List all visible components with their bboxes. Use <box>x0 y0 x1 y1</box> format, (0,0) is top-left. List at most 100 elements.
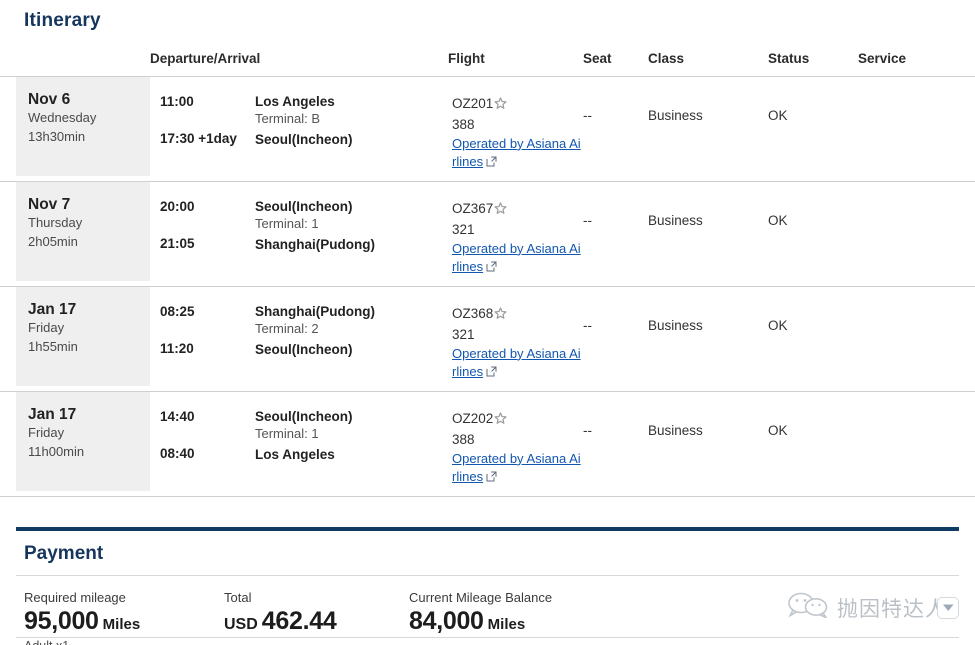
segment-places-cell: Shanghai(Pudong) Terminal: 2 Seoul(Incheon… <box>245 286 449 392</box>
segment-flight-number: OZ201 <box>452 95 494 111</box>
segment-seat: -- <box>583 317 593 333</box>
watermark: 抛因特达人 <box>787 592 959 623</box>
operated-by-link[interactable]: Operated by Asiana Airlines <box>452 451 581 484</box>
segment-seat-cell: -- <box>583 286 649 392</box>
segment-status: OK <box>768 317 788 333</box>
segment-date-cell: Nov 7 Thursday 2h05min <box>0 181 150 287</box>
segment-status-cell: OK <box>768 286 859 392</box>
segment-class-cell: Business <box>648 286 769 392</box>
mileage-balance-value: 84,000 Miles <box>409 607 669 636</box>
segment-class-cell: Business <box>648 181 769 287</box>
segment-depart-place: Shanghai(Pudong) <box>255 303 375 319</box>
segment-service-cell <box>858 391 975 497</box>
segment-places-cell: Seoul(Incheon) Terminal: 1 Shanghai(Pudong… <box>245 181 449 287</box>
required-mileage-value: 95,000 Miles <box>24 607 224 636</box>
segment-seat-cell: -- <box>583 76 649 182</box>
required-mileage-label: Required mileage <box>24 589 126 605</box>
segment-arrive-place: Seoul(Incheon) <box>255 131 353 147</box>
segment-arrive-time: 17:30 +1day <box>160 130 237 146</box>
chevron-down-icon[interactable] <box>937 596 959 619</box>
segment-flight-cell: OZ202 388 Operated by Asiana Airlines <box>448 391 584 497</box>
segment-service-cell <box>858 181 975 287</box>
mileage-balance-number: 84,000 <box>409 606 484 635</box>
segment-class: Business <box>648 212 703 228</box>
segment-status: OK <box>768 107 788 123</box>
column-header-flight: Flight <box>448 40 584 77</box>
column-header-status: Status <box>768 40 859 77</box>
segment-depart-time: 14:40 <box>160 408 195 424</box>
watermark-text: 抛因特达人 <box>837 596 947 621</box>
segment-weekday: Friday <box>28 320 65 336</box>
segment-flight-number: OZ367 <box>452 200 494 216</box>
segment-arrive-place: Shanghai(Pudong) <box>255 236 375 252</box>
segment-times-cell: 20:00 21:05 <box>150 181 245 287</box>
column-header-date <box>0 40 150 77</box>
star-icon <box>494 96 507 116</box>
itinerary-table-body: Nov 6 Wednesday 13h30min 11:00 17:30 +1day Lo… <box>0 76 975 497</box>
itinerary-table: Departure/Arrival Flight Seat Class Stat… <box>0 40 975 497</box>
segment-equipment: 321 <box>452 327 475 343</box>
operated-by-link[interactable]: Operated by Asiana Airlines <box>452 346 581 379</box>
required-mileage-unit: Miles <box>102 615 141 633</box>
payment-bottom-divider <box>16 637 959 638</box>
segment-terminal: Terminal: 1 <box>255 425 319 441</box>
segment-times-cell: 11:00 17:30 +1day <box>150 76 245 182</box>
segment-terminal: Terminal: 1 <box>255 215 319 231</box>
table-row: Jan 17 Friday 11h00min 14:40 08:40 Seoul(Inch… <box>0 391 975 497</box>
segment-places-cell: Los Angeles Terminal: B Seoul(Incheon) <box>245 76 449 182</box>
segment-arrive-time: 21:05 <box>160 235 195 251</box>
segment-terminal: Terminal: 2 <box>255 320 319 336</box>
segment-places-cell: Seoul(Incheon) Terminal: 1 Los Angeles <box>245 391 449 497</box>
total-value: USD 462.44 <box>224 607 409 636</box>
segment-times-cell: 14:40 08:40 <box>150 391 245 497</box>
segment-service-cell <box>858 286 975 392</box>
external-link-icon <box>486 470 497 485</box>
segment-seat-cell: -- <box>583 181 649 287</box>
segment-depart-time: 11:00 <box>160 93 194 109</box>
segment-weekday: Friday <box>28 425 65 441</box>
operated-by-link[interactable]: Operated by Asiana Airlines <box>452 136 581 169</box>
segment-service <box>858 77 975 108</box>
column-header-service: Service <box>858 40 975 77</box>
segment-depart-place: Los Angeles <box>255 93 335 109</box>
segment-flight-number: OZ202 <box>452 410 494 426</box>
total-amount: 462.44 <box>261 606 337 635</box>
segment-date: Jan 17 <box>28 300 77 318</box>
segment-duration: 1h55min <box>28 338 78 354</box>
segment-service <box>858 392 975 423</box>
segment-status-cell: OK <box>768 181 859 287</box>
total-label: Total <box>224 589 252 605</box>
segment-terminal: Terminal: B <box>255 110 321 126</box>
segment-weekday: Wednesday <box>28 110 97 126</box>
external-link-icon <box>486 155 497 170</box>
column-header-class: Class <box>648 40 769 77</box>
column-header-seat: Seat <box>583 40 649 77</box>
segment-class-cell: Business <box>648 76 769 182</box>
column-header-departure-arrival: Departure/Arrival <box>150 40 449 77</box>
segment-flight-cell: OZ201 388 Operated by Asiana Airlines <box>448 76 584 182</box>
segment-date-cell: Nov 6 Wednesday 13h30min <box>0 76 150 182</box>
segment-status: OK <box>768 212 788 228</box>
table-row: Nov 7 Thursday 2h05min 20:00 21:05 Seoul(Inch… <box>0 181 975 287</box>
star-icon <box>494 411 507 431</box>
segment-depart-time: 08:25 <box>160 303 195 319</box>
segment-flight-cell: OZ368 321 Operated by Asiana Airlines <box>448 286 584 392</box>
segment-class: Business <box>648 422 703 438</box>
segment-weekday: Thursday <box>28 215 83 231</box>
segment-class: Business <box>648 107 703 123</box>
segment-arrive-place: Los Angeles <box>255 446 335 462</box>
segment-service-cell <box>858 76 975 182</box>
operated-by-link[interactable]: Operated by Asiana Airlines <box>452 241 581 274</box>
passenger-note: Adult x1 <box>24 639 224 645</box>
segment-duration: 11h00min <box>28 443 85 459</box>
segment-arrive-place: Seoul(Incheon) <box>255 341 353 357</box>
itinerary-page: Itinerary Departure/Arrival Flight Seat … <box>0 0 975 645</box>
segment-seat: -- <box>583 107 593 123</box>
segment-status: OK <box>768 422 788 438</box>
segment-equipment: 388 <box>452 432 475 448</box>
segment-service <box>858 182 975 213</box>
segment-times-cell: 08:25 11:20 <box>150 286 245 392</box>
star-icon <box>494 306 507 326</box>
segment-duration: 2h05min <box>28 233 78 249</box>
itinerary-table-header: Departure/Arrival Flight Seat Class Stat… <box>0 40 975 77</box>
